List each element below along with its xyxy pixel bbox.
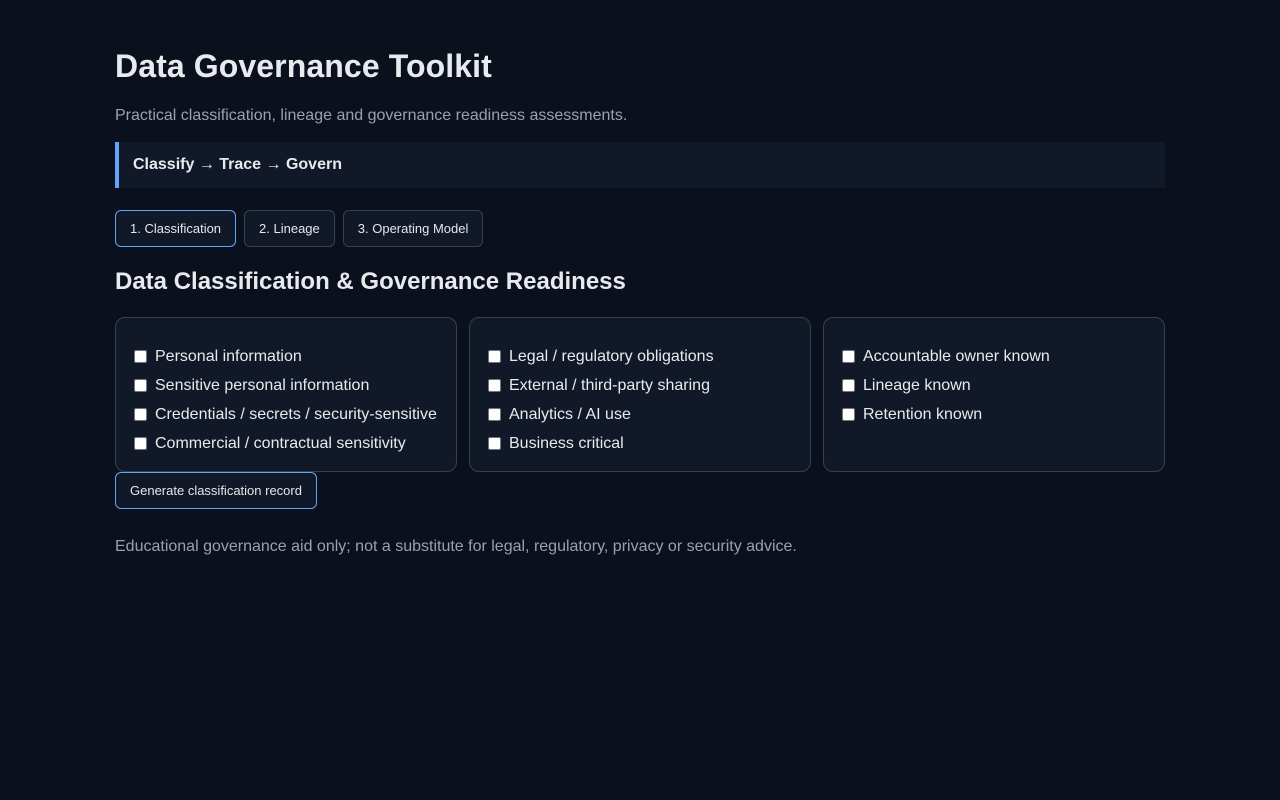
checkbox[interactable] (488, 350, 501, 363)
checklist-item[interactable]: Analytics / AI use (488, 400, 792, 429)
checkbox[interactable] (842, 350, 855, 363)
checklist-item[interactable]: Accountable owner known (842, 342, 1146, 371)
page-title: Data Governance Toolkit (115, 48, 492, 84)
checkbox[interactable] (488, 437, 501, 450)
tab-classification[interactable]: 1. Classification (115, 210, 237, 247)
checkbox-label: Sensitive personal information (155, 376, 370, 394)
checkbox-label: Personal information (155, 347, 302, 365)
card-usage-obligations: Legal / regulatory obligations External … (469, 317, 811, 472)
checkbox[interactable] (488, 408, 501, 421)
disclaimer: Educational governance aid only; not a s… (115, 538, 797, 555)
checkbox[interactable] (842, 408, 855, 421)
checklist-item[interactable]: Credentials / secrets / security-sensiti… (134, 400, 438, 429)
card-data-sensitivity: Personal information Sensitive personal … (115, 317, 457, 472)
checkbox-label: External / third-party sharing (509, 376, 710, 394)
checkbox[interactable] (488, 379, 501, 392)
generate-record-button[interactable]: Generate classification record (115, 472, 317, 509)
checkbox[interactable] (134, 350, 147, 363)
checklist-item[interactable]: External / third-party sharing (488, 371, 792, 400)
checkbox-label: Analytics / AI use (509, 405, 631, 423)
page-subtitle: Practical classification, lineage and go… (115, 107, 628, 124)
checkbox[interactable] (134, 437, 147, 450)
checkbox-label: Retention known (863, 405, 983, 423)
checkbox-label: Lineage known (863, 376, 971, 394)
section-title: Data Classification & Governance Readine… (115, 268, 626, 295)
workflow-banner: Classify → Trace → Govern (115, 142, 1165, 188)
tab-lineage[interactable]: 2. Lineage (244, 210, 335, 247)
checkbox-label: Accountable owner known (863, 347, 1050, 365)
checkbox[interactable] (134, 408, 147, 421)
tab-bar: 1. Classification 2. Lineage 3. Operatin… (115, 210, 484, 247)
checklist-item[interactable]: Sensitive personal information (134, 371, 438, 400)
checklist-cards: Personal information Sensitive personal … (115, 317, 1165, 472)
checkbox[interactable] (134, 379, 147, 392)
checkbox-label: Credentials / secrets / security-sensiti… (155, 405, 437, 423)
tab-operating-model[interactable]: 3. Operating Model (342, 210, 484, 247)
checklist-item[interactable]: Business critical (488, 429, 792, 458)
checklist-item[interactable]: Retention known (842, 400, 1146, 429)
checkbox-label: Business critical (509, 434, 624, 452)
checkbox-label: Legal / regulatory obligations (509, 347, 714, 365)
checkbox-label: Commercial / contractual sensitivity (155, 434, 406, 452)
checklist-item[interactable]: Commercial / contractual sensitivity (134, 429, 438, 458)
checkbox[interactable] (842, 379, 855, 392)
card-governance-readiness: Accountable owner known Lineage known Re… (823, 317, 1165, 472)
checklist-item[interactable]: Personal information (134, 342, 438, 371)
checklist-item[interactable]: Lineage known (842, 371, 1146, 400)
checklist-item[interactable]: Legal / regulatory obligations (488, 342, 792, 371)
